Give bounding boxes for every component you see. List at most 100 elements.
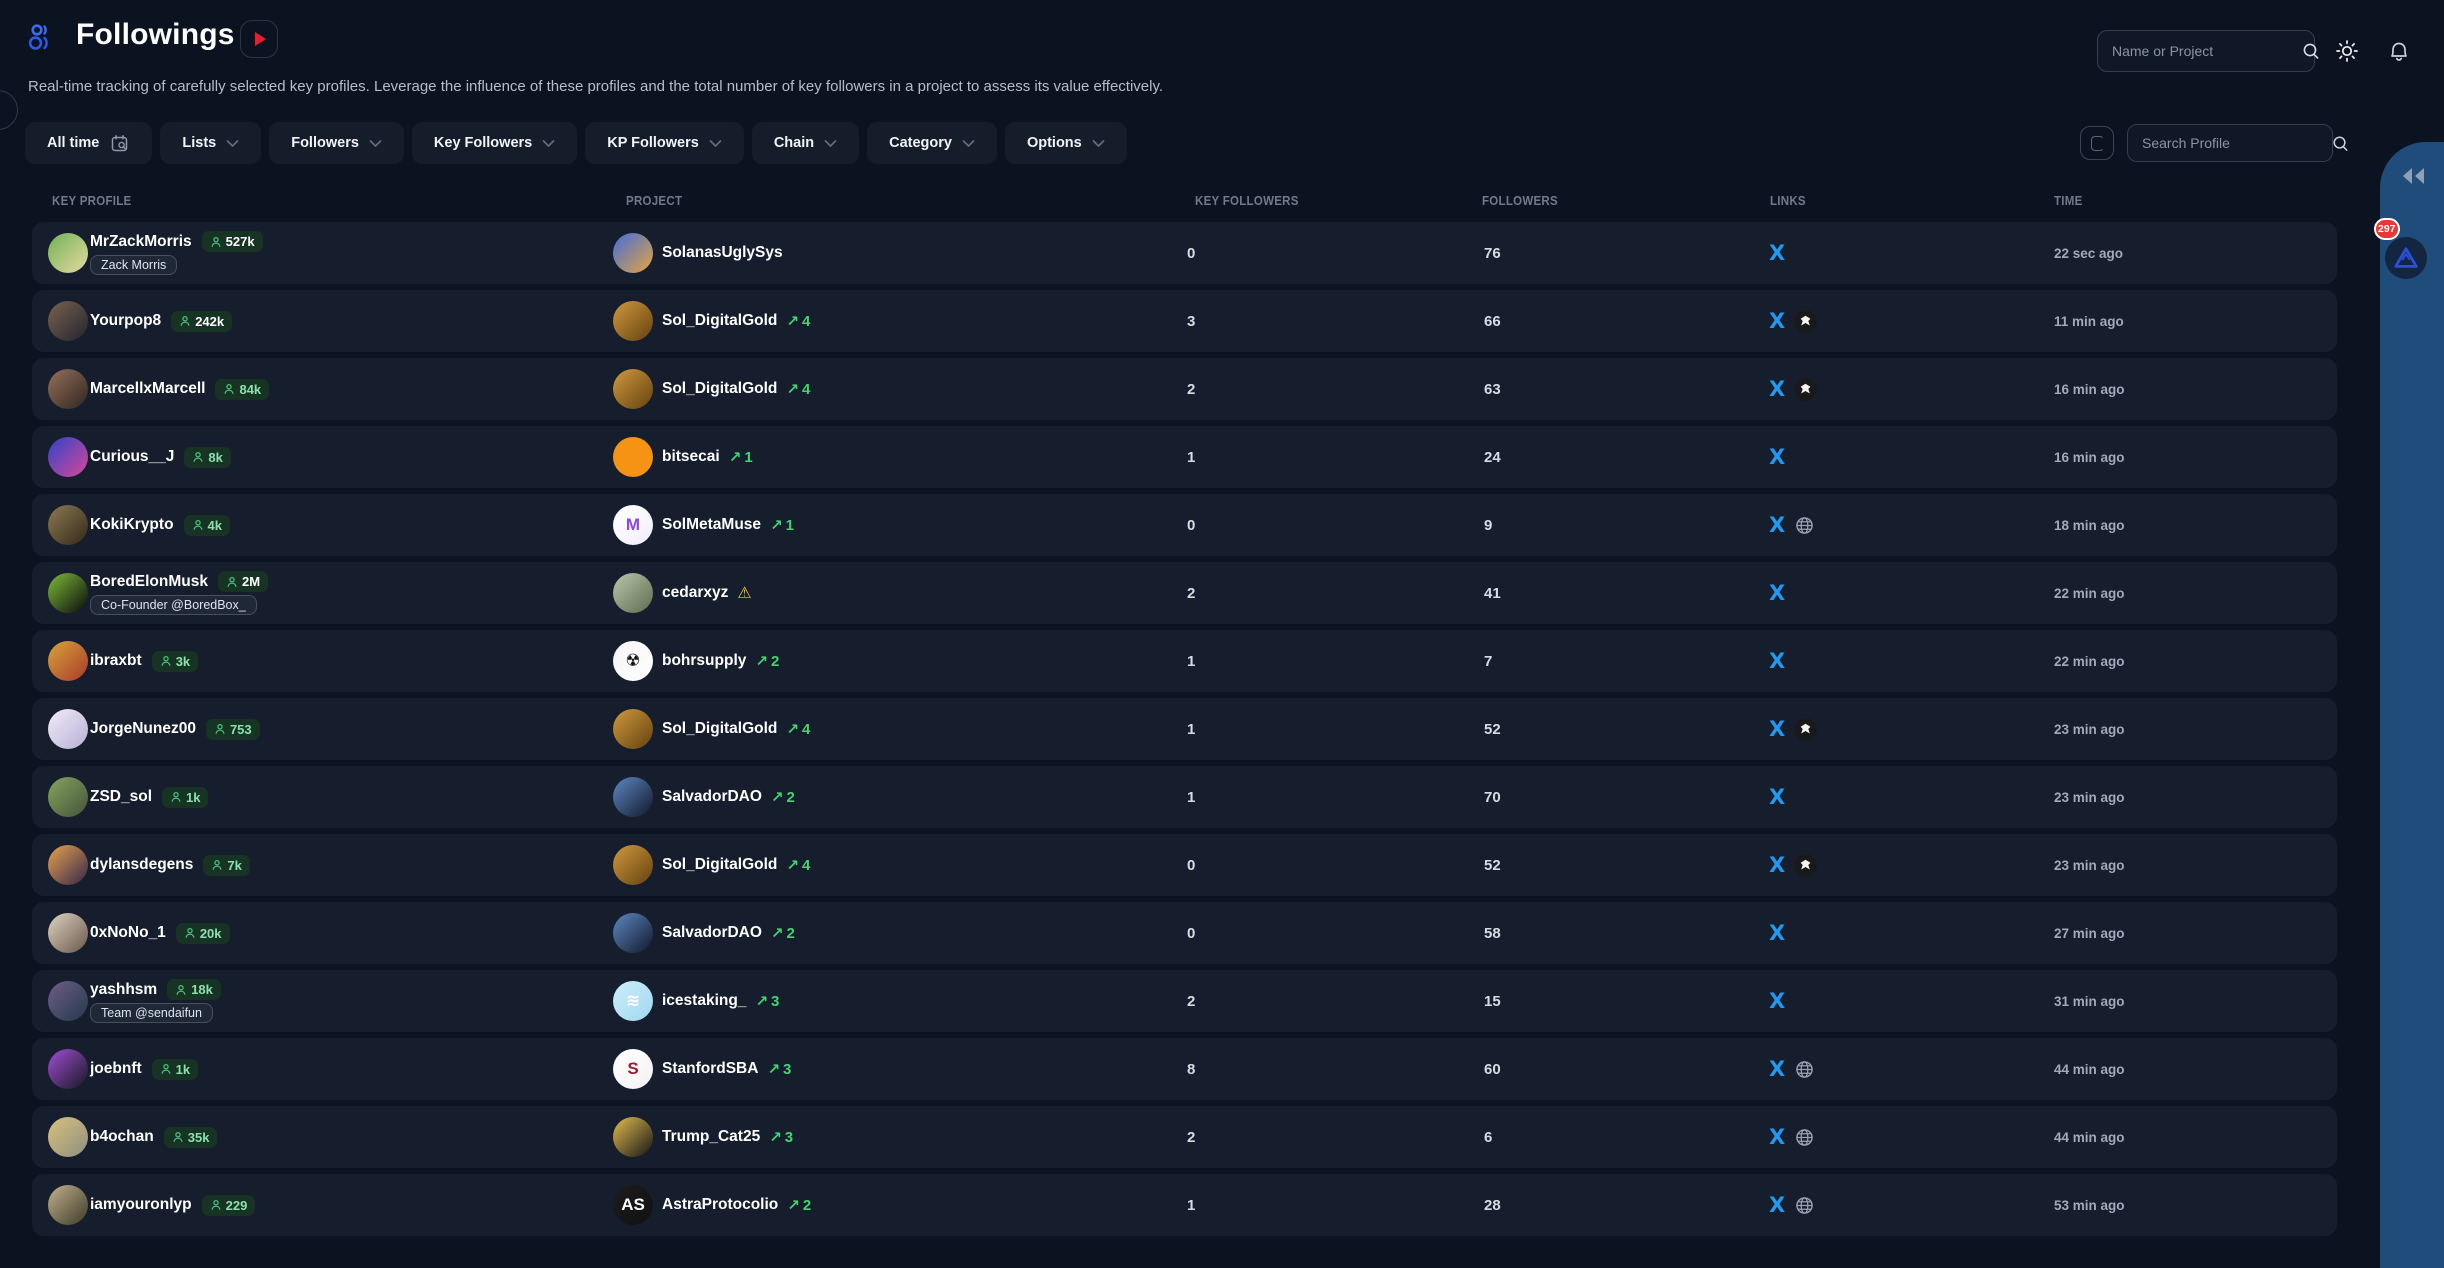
table-row[interactable]: ibraxbt 3k ☢ bohrsupply ↗2 1 7 X bbox=[32, 630, 2337, 692]
global-search[interactable] bbox=[2097, 30, 2315, 72]
profile-name[interactable]: Curious__J bbox=[90, 448, 174, 466]
panel-logo[interactable] bbox=[2385, 237, 2427, 279]
table-row[interactable]: iamyouronlyp 229 AS AstraProtocolio ↗2 1… bbox=[32, 1174, 2337, 1236]
profile-avatar[interactable] bbox=[48, 369, 88, 409]
project-name[interactable]: Sol_DigitalGold bbox=[662, 380, 777, 398]
filter-dropdown-category[interactable]: Category bbox=[867, 122, 997, 164]
eagle-icon[interactable] bbox=[1794, 378, 1817, 401]
table-row[interactable]: Curious__J 8k bitsecai ↗1 1 24 X bbox=[32, 426, 2337, 488]
x-icon[interactable]: X bbox=[1769, 649, 1785, 673]
profile-name[interactable]: yashhsm bbox=[90, 981, 157, 999]
profile-name[interactable]: MarcellxMarcell bbox=[90, 380, 205, 398]
profile-avatar[interactable] bbox=[48, 437, 88, 477]
profile-avatar[interactable] bbox=[48, 845, 88, 885]
filter-dropdown-key-followers[interactable]: Key Followers bbox=[412, 122, 577, 164]
profile-avatar[interactable] bbox=[48, 981, 88, 1021]
profile-avatar[interactable] bbox=[48, 301, 88, 341]
profile-search[interactable] bbox=[2127, 124, 2333, 162]
profile-name[interactable]: joebnft bbox=[90, 1060, 142, 1078]
profile-avatar[interactable] bbox=[48, 233, 88, 273]
table-row[interactable]: BoredElonMusk 2M Co-Founder @BoredBox_ c… bbox=[32, 562, 2337, 624]
project-name[interactable]: Sol_DigitalGold bbox=[662, 312, 777, 330]
project-avatar[interactable] bbox=[613, 709, 653, 749]
left-edge-handle[interactable] bbox=[0, 90, 18, 130]
project-avatar[interactable] bbox=[613, 233, 653, 273]
profile-avatar[interactable] bbox=[48, 505, 88, 545]
x-icon[interactable]: X bbox=[1769, 445, 1785, 469]
project-avatar[interactable] bbox=[613, 913, 653, 953]
table-row[interactable]: joebnft 1k S StanfordSBA ↗3 8 60 X bbox=[32, 1038, 2337, 1100]
table-row[interactable]: MrZackMorris 527k Zack Morris SolanasUgl… bbox=[32, 222, 2337, 284]
profile-name[interactable]: KokiKrypto bbox=[90, 516, 174, 534]
eagle-icon[interactable] bbox=[1794, 718, 1817, 741]
table-row[interactable]: Yourpop8 242k Sol_DigitalGold ↗4 3 66 X bbox=[32, 290, 2337, 352]
project-avatar[interactable] bbox=[613, 845, 653, 885]
project-name[interactable]: StanfordSBA bbox=[662, 1060, 758, 1078]
globe-icon[interactable] bbox=[1794, 515, 1815, 536]
table-row[interactable]: b4ochan 35k Trump_Cat25 ↗3 2 6 X bbox=[32, 1106, 2337, 1168]
profile-avatar[interactable] bbox=[48, 709, 88, 749]
project-avatar[interactable]: ≋ bbox=[613, 981, 653, 1021]
global-search-input[interactable] bbox=[2098, 43, 2301, 59]
profile-avatar[interactable] bbox=[48, 1049, 88, 1089]
table-row[interactable]: KokiKrypto 4k M SolMetaMuse ↗1 0 9 X bbox=[32, 494, 2337, 556]
theme-toggle-button[interactable] bbox=[2334, 38, 2360, 67]
layout-toggle-button[interactable] bbox=[2080, 126, 2114, 160]
project-name[interactable]: SolMetaMuse bbox=[662, 516, 761, 534]
project-avatar[interactable] bbox=[613, 1117, 653, 1157]
x-icon[interactable]: X bbox=[1769, 1193, 1785, 1217]
play-button[interactable] bbox=[240, 20, 278, 58]
project-name[interactable]: Sol_DigitalGold bbox=[662, 720, 777, 738]
project-name[interactable]: SalvadorDAO bbox=[662, 924, 762, 942]
x-icon[interactable]: X bbox=[1769, 513, 1785, 537]
profile-name[interactable]: ZSD_sol bbox=[90, 788, 152, 806]
x-icon[interactable]: X bbox=[1769, 921, 1785, 945]
profile-name[interactable]: b4ochan bbox=[90, 1128, 154, 1146]
expand-panel-button[interactable] bbox=[2398, 166, 2428, 189]
project-avatar[interactable]: ☢ bbox=[613, 641, 653, 681]
globe-icon[interactable] bbox=[1794, 1127, 1815, 1148]
project-name[interactable]: bitsecai bbox=[662, 448, 720, 466]
x-icon[interactable]: X bbox=[1769, 989, 1785, 1013]
notifications-button[interactable] bbox=[2386, 38, 2412, 67]
x-icon[interactable]: X bbox=[1769, 1125, 1785, 1149]
project-name[interactable]: AstraProtocolio bbox=[662, 1196, 778, 1214]
table-row[interactable]: dylansdegens 7k Sol_DigitalGold ↗4 0 52 … bbox=[32, 834, 2337, 896]
profile-avatar[interactable] bbox=[48, 573, 88, 613]
profile-name[interactable]: ibraxbt bbox=[90, 652, 142, 670]
eagle-icon[interactable] bbox=[1794, 854, 1817, 877]
table-row[interactable]: 0xNoNo_1 20k SalvadorDAO ↗2 0 58 X bbox=[32, 902, 2337, 964]
project-name[interactable]: bohrsupply bbox=[662, 652, 746, 670]
project-name[interactable]: cedarxyz bbox=[662, 584, 728, 602]
project-avatar[interactable] bbox=[613, 437, 653, 477]
eagle-icon[interactable] bbox=[1794, 310, 1817, 333]
globe-icon[interactable] bbox=[1794, 1059, 1815, 1080]
x-icon[interactable]: X bbox=[1769, 853, 1785, 877]
project-avatar[interactable] bbox=[613, 777, 653, 817]
project-avatar[interactable]: AS bbox=[613, 1185, 653, 1225]
filter-all-time[interactable]: All time bbox=[25, 122, 152, 164]
filter-dropdown-kp-followers[interactable]: KP Followers bbox=[585, 122, 744, 164]
project-name[interactable]: icestaking_ bbox=[662, 992, 746, 1010]
filter-dropdown-options[interactable]: Options bbox=[1005, 122, 1127, 164]
profile-avatar[interactable] bbox=[48, 1185, 88, 1225]
x-icon[interactable]: X bbox=[1769, 309, 1785, 333]
profile-name[interactable]: dylansdegens bbox=[90, 856, 193, 874]
project-avatar[interactable] bbox=[613, 573, 653, 613]
x-icon[interactable]: X bbox=[1769, 241, 1785, 265]
filter-dropdown-followers[interactable]: Followers bbox=[269, 122, 404, 164]
profile-name[interactable]: MrZackMorris bbox=[90, 233, 192, 251]
x-icon[interactable]: X bbox=[1769, 717, 1785, 741]
profile-name[interactable]: iamyouronlyp bbox=[90, 1196, 192, 1214]
filter-dropdown-chain[interactable]: Chain bbox=[752, 122, 859, 164]
globe-icon[interactable] bbox=[1794, 1195, 1815, 1216]
x-icon[interactable]: X bbox=[1769, 785, 1785, 809]
table-row[interactable]: yashhsm 18k Team @sendaifun ≋ icestaking… bbox=[32, 970, 2337, 1032]
profile-avatar[interactable] bbox=[48, 641, 88, 681]
filter-dropdown-lists[interactable]: Lists bbox=[160, 122, 261, 164]
profile-name[interactable]: JorgeNunez00 bbox=[90, 720, 196, 738]
profile-search-input[interactable] bbox=[2128, 135, 2331, 151]
profile-name[interactable]: BoredElonMusk bbox=[90, 573, 208, 591]
table-row[interactable]: ZSD_sol 1k SalvadorDAO ↗2 1 70 X bbox=[32, 766, 2337, 828]
x-icon[interactable]: X bbox=[1769, 581, 1785, 605]
